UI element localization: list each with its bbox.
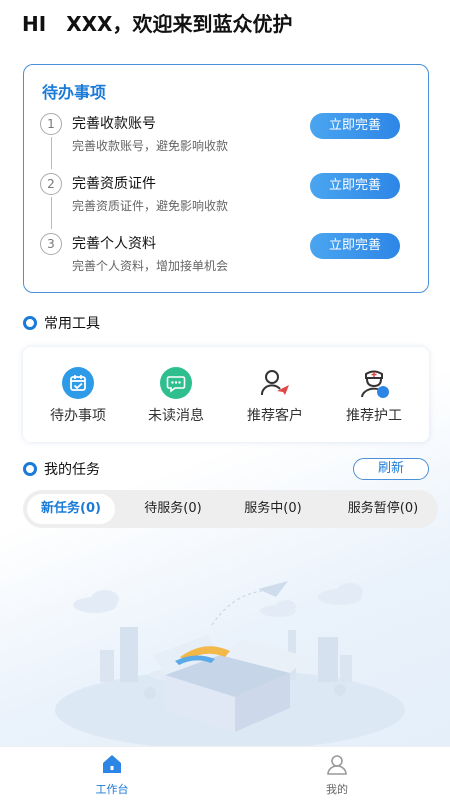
todo-step-number: 2 [40,173,62,195]
todo-card: 待办事项 1 完善收款账号 完善收款账号，避免影响收款 立即完善 2 完善资质证… [23,64,429,293]
tasks-section-title: 我的任务 [44,462,100,478]
tab-new-tasks[interactable]: 新任务(0) [27,494,115,524]
refresh-button[interactable]: 刷新 [353,458,429,480]
recommend-customer-icon [261,370,289,396]
todo-item-desc: 完善个人资料，增加接单机会 [72,259,229,273]
tab-service-paused[interactable]: 服务暂停(0) [329,494,437,524]
tool-recommend-customer-label: 推荐客户 [247,408,303,424]
todo-connector [51,137,52,169]
greeting-username: XXX [66,12,113,36]
greeting: HI XXX，欢迎来到蓝众优护 [22,8,292,37]
todo-item-name: 完善个人资料 [72,236,156,252]
tool-todo[interactable]: 待办事项 [28,367,128,427]
greeting-welcome: ，欢迎来到蓝众优护 [112,12,293,36]
nav-mine-label: 我的 [326,783,348,796]
nurse-icon [361,370,389,398]
tool-todo-label: 待办事项 [50,408,106,424]
section-ring-icon [23,316,37,330]
complete-profile-button[interactable]: 立即完善 [310,233,400,259]
greeting-hi: HI [22,12,47,36]
tool-messages[interactable]: 未读消息 [126,367,226,427]
todo-title: 待办事项 [42,83,107,102]
section-ring-icon [23,462,37,476]
complete-account-button[interactable]: 立即完善 [310,113,400,139]
task-tabs: 新任务(0) 待服务(0) 服务中(0) 服务暂停(0) [23,490,438,528]
tool-messages-label: 未读消息 [148,408,204,424]
todo-item: 1 完善收款账号 完善收款账号，避免影响收款 立即完善 [24,113,428,169]
todo-item-desc: 完善收款账号，避免影响收款 [72,139,229,153]
tool-recommend-nurse[interactable]: 推荐护工 [324,367,424,427]
tool-recommend-nurse-label: 推荐护工 [346,408,402,424]
nav-workbench-label: 工作台 [95,783,129,796]
nav-mine[interactable]: 我的 [297,753,377,797]
todo-step-number: 1 [40,113,62,135]
tool-recommend-customer[interactable]: 推荐客户 [225,367,325,427]
todo-step-number: 3 [40,233,62,255]
tab-in-service[interactable]: 服务中(0) [227,494,319,524]
todo-connector [51,197,52,229]
nav-workbench[interactable]: 工作台 [72,753,152,797]
user-icon [327,755,347,775]
todo-item: 2 完善资质证件 完善资质证件，避免影响收款 立即完善 [24,173,428,229]
complete-certificate-button[interactable]: 立即完善 [310,173,400,199]
tab-pending-service[interactable]: 待服务(0) [127,494,219,524]
todo-item-name: 完善资质证件 [72,176,156,192]
message-icon [160,367,192,399]
calendar-icon [62,367,94,399]
bottom-nav: 工作台 我的 [0,746,450,800]
empty-state-illustration [55,581,405,750]
todo-item: 3 完善个人资料 完善个人资料，增加接单机会 立即完善 [24,233,428,283]
tools-section-title: 常用工具 [44,316,100,332]
tools-card: 待办事项 未读消息 推荐客户 推荐护工 [23,347,429,442]
home-icon [103,755,121,773]
todo-item-desc: 完善资质证件，避免影响收款 [72,199,229,213]
todo-item-name: 完善收款账号 [72,116,156,132]
